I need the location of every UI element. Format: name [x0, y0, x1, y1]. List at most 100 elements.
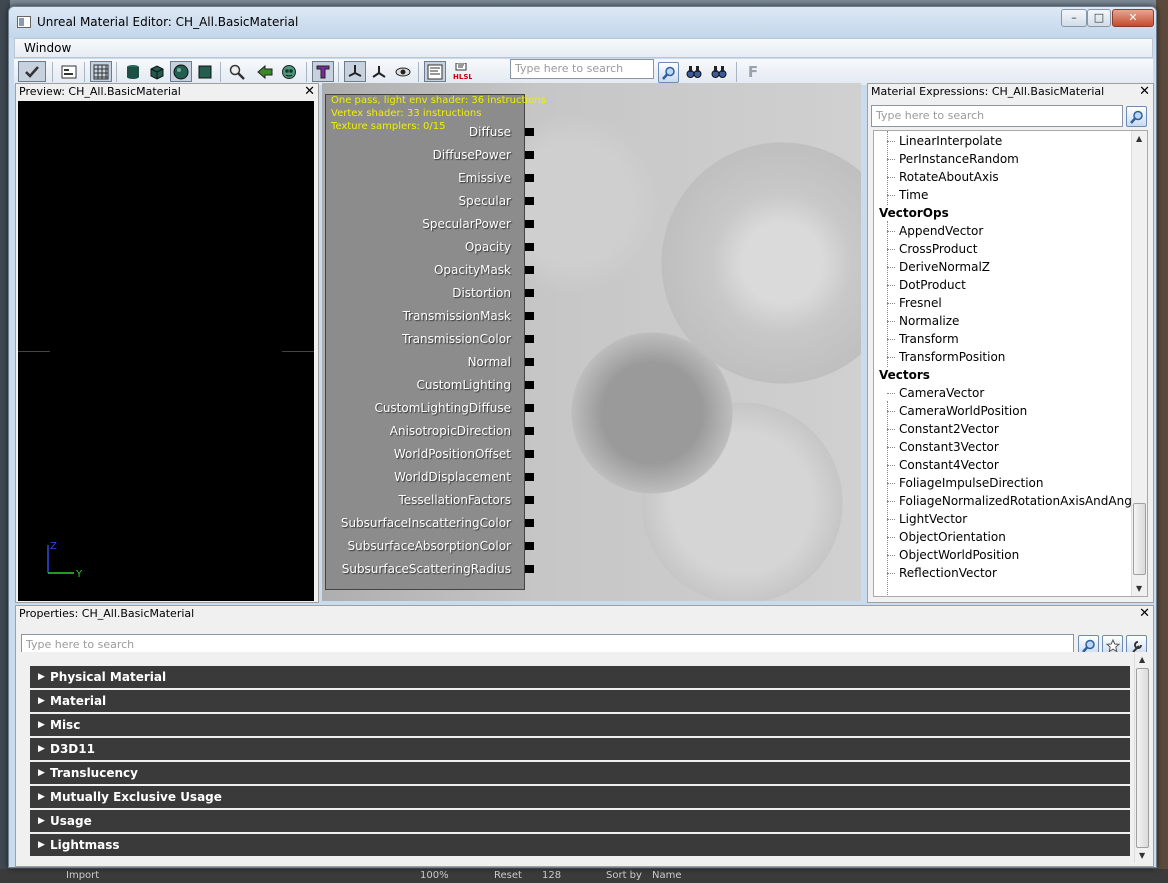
- cylinder-preview-icon[interactable]: [122, 61, 144, 82]
- expression-item[interactable]: DeriveNormalZ: [886, 258, 990, 276]
- maximize-button[interactable]: □: [1087, 9, 1111, 27]
- preview-viewport[interactable]: Z Y: [18, 101, 314, 601]
- expressions-scrollbar[interactable]: ▲ ▼: [1131, 131, 1147, 596]
- expression-item[interactable]: LightVector: [886, 510, 967, 528]
- expression-item[interactable]: FoliageNormalizedRotationAxisAndAngle: [887, 492, 1143, 510]
- expression-item[interactable]: DotProduct: [887, 276, 966, 294]
- input-pin-diffusepower[interactable]: DiffusePower: [324, 146, 534, 169]
- search-icon[interactable]: [658, 62, 679, 83]
- expression-item[interactable]: LinearInterpolate: [886, 132, 1002, 150]
- input-pin-subsurfaceinscatteringcolor[interactable]: SubsurfaceInscatteringColor: [324, 514, 534, 537]
- apply-checkmark-icon[interactable]: [18, 61, 46, 82]
- expression-item[interactable]: Fresnel: [887, 294, 942, 312]
- input-pin-diffuse[interactable]: Diffuse: [324, 123, 534, 146]
- expression-item[interactable]: Normalize: [886, 312, 959, 330]
- input-pin-transmissionmask[interactable]: TransmissionMask: [324, 307, 534, 330]
- expression-item[interactable]: CrossProduct: [886, 240, 977, 258]
- expand-arrow-icon[interactable]: ▶: [38, 738, 45, 760]
- cube-preview-icon[interactable]: [146, 61, 168, 82]
- sphere-preview-icon[interactable]: [170, 61, 192, 82]
- properties-scroll-thumb[interactable]: [1136, 668, 1149, 848]
- expression-item[interactable]: AppendVector: [886, 222, 983, 240]
- realtime-preview-icon[interactable]: [278, 61, 300, 82]
- texture-strip-icon[interactable]: [312, 61, 334, 82]
- expressions-search-input[interactable]: Type here to search: [871, 105, 1123, 127]
- property-category-row[interactable]: ▶ Translucency: [30, 762, 1130, 784]
- expression-item[interactable]: TransformPosition: [886, 348, 1005, 366]
- stats-text-icon[interactable]: [424, 61, 446, 82]
- hlsl-code-icon[interactable]: HLSL: [450, 61, 474, 82]
- expression-item[interactable]: CameraVector: [886, 384, 984, 402]
- expand-arrow-icon[interactable]: ▶: [38, 690, 45, 712]
- close-button[interactable]: ✕: [1112, 9, 1154, 27]
- expression-item[interactable]: FoliageImpulseDirection: [886, 474, 1043, 492]
- input-pin-worldpositionoffset[interactable]: WorldPositionOffset: [324, 445, 534, 468]
- reset-button[interactable]: Reset: [494, 870, 522, 881]
- input-pin-specular[interactable]: Specular: [324, 192, 534, 215]
- expression-item[interactable]: Constant2Vector: [887, 420, 999, 438]
- preview-visibility-eye-icon[interactable]: [392, 61, 414, 82]
- toolbar-search-input[interactable]: Type here to search: [510, 59, 654, 79]
- plane-preview-icon[interactable]: [194, 61, 216, 82]
- input-pin-anisotropicdirection[interactable]: AnisotropicDirection: [324, 422, 534, 445]
- expression-item[interactable]: RotateAboutAxis: [887, 168, 999, 186]
- home-node-icon[interactable]: [58, 61, 80, 82]
- property-category-row[interactable]: ▶ Physical Material: [30, 666, 1130, 688]
- expressions-search-icon[interactable]: [1126, 106, 1147, 127]
- expression-item[interactable]: ObjectWorldPosition: [886, 546, 1019, 564]
- input-pin-customlighting[interactable]: CustomLighting: [324, 376, 534, 399]
- expression-item[interactable]: CameraWorldPosition: [886, 402, 1027, 420]
- input-pin-opacity[interactable]: Opacity: [324, 238, 534, 261]
- expression-item[interactable]: Constant4Vector: [887, 456, 999, 474]
- properties-scrollbar[interactable]: ▲ ▼: [1134, 652, 1150, 863]
- expression-item[interactable]: ObjectOrientation: [887, 528, 1006, 546]
- expand-arrow-icon[interactable]: ▶: [38, 666, 45, 688]
- property-category-row[interactable]: ▶ Lightmass: [30, 834, 1130, 856]
- property-category-row[interactable]: ▶ D3D11: [30, 738, 1130, 760]
- grid-toggle-icon[interactable]: [90, 61, 112, 82]
- expand-arrow-icon[interactable]: ▶: [38, 834, 45, 856]
- input-pin-customlightingdiffuse[interactable]: CustomLightingDiffuse: [324, 399, 534, 422]
- properties-close-icon[interactable]: ✕: [1139, 606, 1150, 622]
- input-pin-specularpower[interactable]: SpecularPower: [324, 215, 534, 238]
- expand-arrow-icon[interactable]: ▶: [38, 714, 45, 736]
- fit-f-icon[interactable]: F: [742, 61, 764, 82]
- expression-item[interactable]: Time: [886, 186, 928, 204]
- property-category-row[interactable]: ▶ Usage: [30, 810, 1130, 832]
- connector-icon[interactable]: [344, 61, 366, 82]
- preview-close-icon[interactable]: ✕: [304, 84, 315, 100]
- sort-name-dropdown[interactable]: Name: [652, 870, 682, 881]
- find-next-binoculars-icon[interactable]: [708, 61, 730, 82]
- input-pin-subsurfaceabsorptioncolor[interactable]: SubsurfaceAbsorptionColor: [324, 537, 534, 560]
- toggle-connectors-icon[interactable]: [368, 61, 390, 82]
- menu-window[interactable]: Window: [24, 41, 71, 55]
- material-result-node[interactable]: One pass, light env shader: 36 instructi…: [324, 94, 546, 590]
- input-pin-transmissioncolor[interactable]: TransmissionColor: [324, 330, 534, 353]
- expression-item[interactable]: PerInstanceRandom: [887, 150, 1019, 168]
- input-pin-opacitymask[interactable]: OpacityMask: [324, 261, 534, 284]
- material-graph-canvas[interactable]: One pass, light env shader: 36 instructi…: [322, 83, 861, 601]
- input-pin-normal[interactable]: Normal: [324, 353, 534, 376]
- input-pin-subsurfacescatteringradius[interactable]: SubsurfaceScatteringRadius: [324, 560, 534, 583]
- expression-item[interactable]: ReflectionVector: [887, 564, 997, 582]
- expand-arrow-icon[interactable]: ▶: [38, 786, 45, 808]
- go-back-arrow-icon[interactable]: [254, 61, 276, 82]
- title-bar[interactable]: Unreal Material Editor: CH_All.BasicMate…: [9, 7, 1156, 38]
- property-category-row[interactable]: ▶ Material: [30, 690, 1130, 712]
- size-field[interactable]: 128: [542, 870, 561, 881]
- input-pin-tessellationfactors[interactable]: TessellationFactors: [324, 491, 534, 514]
- property-category-row[interactable]: ▶ Mutually Exclusive Usage: [30, 786, 1130, 808]
- input-pin-worlddisplacement[interactable]: WorldDisplacement: [324, 468, 534, 491]
- input-pin-emissive[interactable]: Emissive: [324, 169, 534, 192]
- minimize-button[interactable]: –: [1061, 9, 1087, 27]
- expand-arrow-icon[interactable]: ▶: [38, 810, 45, 832]
- expression-item[interactable]: Transform: [887, 330, 959, 348]
- import-button[interactable]: Import: [66, 870, 99, 881]
- expand-arrow-icon[interactable]: ▶: [38, 762, 45, 784]
- input-pin-distortion[interactable]: Distortion: [324, 284, 534, 307]
- expression-category[interactable]: VectorOps: [879, 204, 949, 222]
- expression-category[interactable]: Vectors: [879, 366, 930, 384]
- expressions-scroll-thumb[interactable]: [1133, 503, 1146, 575]
- property-category-row[interactable]: ▶ Misc: [30, 714, 1130, 736]
- expressions-close-icon[interactable]: ✕: [1139, 84, 1150, 100]
